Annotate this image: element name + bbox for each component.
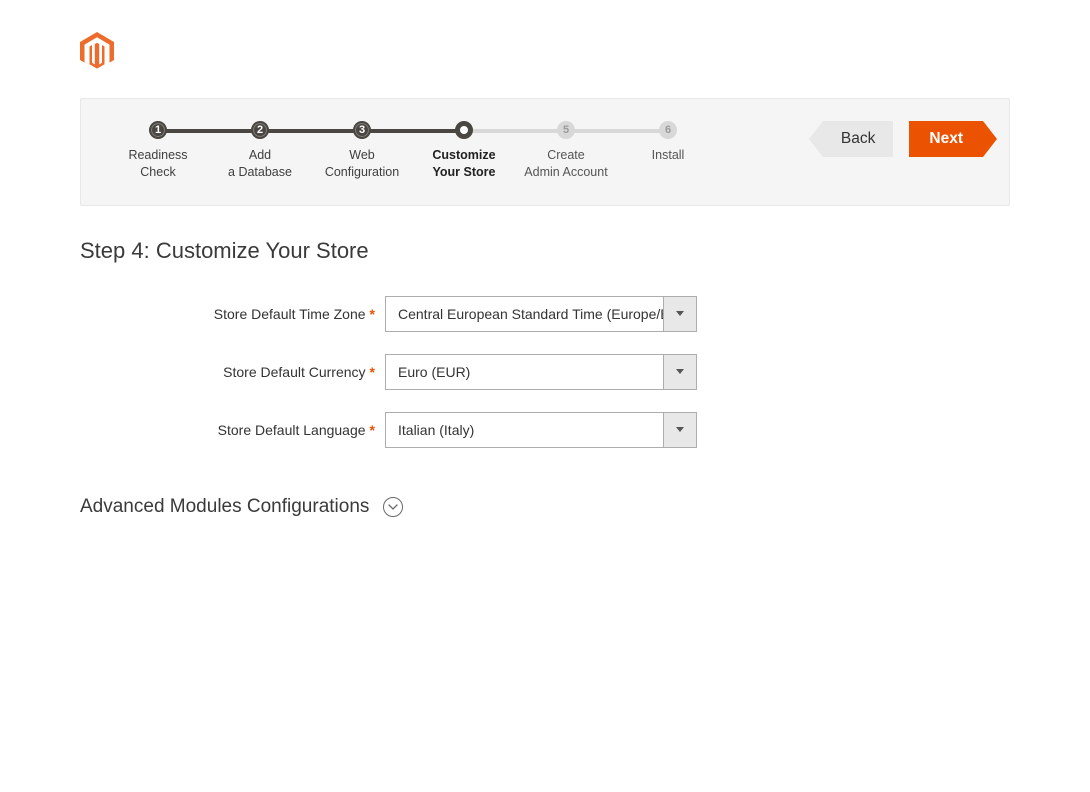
chevron-down-icon[interactable] (663, 354, 697, 390)
required-asterisk: * (370, 364, 375, 380)
page-title: Step 4: Customize Your Store (80, 238, 1010, 264)
step-label: Customize Your Store (432, 147, 495, 181)
step-number: 3 (353, 121, 371, 139)
chevron-down-icon[interactable] (663, 296, 697, 332)
select-value: Italian (Italy) (385, 412, 663, 448)
wizard-steps: 1 Readiness Check 2 Add a Database 3 (107, 121, 719, 181)
step-label: Add a Database (228, 147, 292, 181)
step-readiness-check[interactable]: 1 Readiness Check (107, 121, 209, 181)
expand-toggle-icon[interactable] (383, 497, 403, 517)
select-currency[interactable]: Euro (EUR) (385, 354, 697, 390)
step-number: 1 (149, 121, 167, 139)
step-number: 6 (659, 121, 677, 139)
advanced-modules-section: Advanced Modules Configurations (80, 496, 1010, 518)
magento-logo (80, 32, 1010, 70)
label-timezone: Store Default Time Zone* (80, 306, 385, 322)
step-label: Web Configuration (325, 147, 399, 181)
select-timezone[interactable]: Central European Standard Time (Europe/B… (385, 296, 697, 332)
required-asterisk: * (370, 422, 375, 438)
step-label: Readiness Check (128, 147, 187, 181)
next-button[interactable]: Next (909, 121, 983, 157)
required-asterisk: * (370, 306, 375, 322)
step-install[interactable]: 6 Install (617, 121, 719, 164)
step-number: 5 (557, 121, 575, 139)
label-language: Store Default Language* (80, 422, 385, 438)
advanced-modules-title: Advanced Modules Configurations (80, 496, 369, 518)
step-current-marker (455, 121, 473, 139)
select-value: Central European Standard Time (Europe/B… (385, 296, 663, 332)
chevron-down-icon[interactable] (663, 412, 697, 448)
label-currency: Store Default Currency* (80, 364, 385, 380)
step-number: 2 (251, 121, 269, 139)
select-language[interactable]: Italian (Italy) (385, 412, 697, 448)
step-label: Install (652, 147, 685, 164)
select-value: Euro (EUR) (385, 354, 663, 390)
step-label: Create Admin Account (524, 147, 607, 181)
row-currency: Store Default Currency* Euro (EUR) (80, 354, 1010, 390)
wizard-nav: Back Next (823, 121, 983, 157)
row-language: Store Default Language* Italian (Italy) (80, 412, 1010, 448)
row-timezone: Store Default Time Zone* Central Europea… (80, 296, 1010, 332)
wizard-progress-bar: 1 Readiness Check 2 Add a Database 3 (80, 98, 1010, 206)
back-button[interactable]: Back (823, 121, 893, 157)
